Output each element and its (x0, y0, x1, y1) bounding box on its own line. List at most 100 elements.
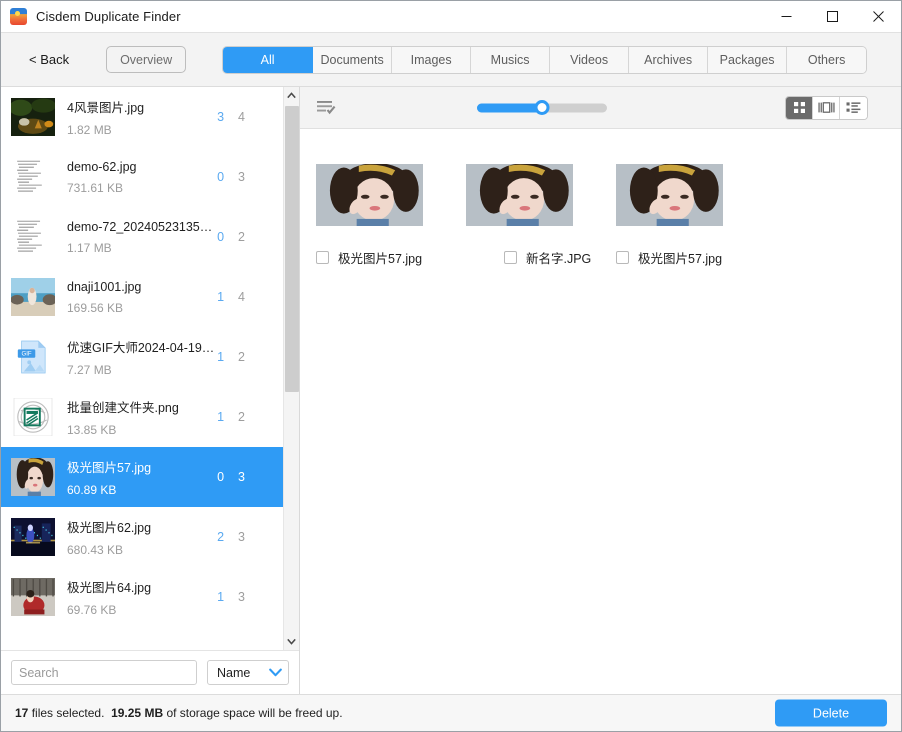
scroll-up-button[interactable] (284, 87, 300, 104)
scrollbar-track[interactable] (284, 104, 300, 633)
tab-documents[interactable]: Documents (313, 47, 392, 73)
file-info: demo-62.jpg 731.61 KB (67, 160, 217, 195)
file-name: 批量创建文件夹.png (67, 397, 217, 416)
file-list-item[interactable]: 极光图片57.jpg 60.89 KB 0 3 (1, 447, 283, 507)
file-thumbnail (11, 278, 55, 316)
grid-view-icon[interactable] (786, 97, 813, 119)
file-list-item[interactable]: 批量创建文件夹.png 13.85 KB 1 2 (1, 387, 283, 447)
scrollbar-thumb[interactable] (285, 106, 299, 392)
search-input[interactable] (11, 660, 197, 685)
tab-videos[interactable]: Videos (550, 47, 629, 73)
file-list-item[interactable]: 极光图片64.jpg 69.76 KB 1 3 (1, 567, 283, 627)
selected-count: 2 (217, 530, 224, 544)
view-mode-toggle (785, 96, 868, 120)
preview-item-name: 极光图片57.jpg (638, 248, 722, 267)
selected-count: 3 (217, 110, 224, 124)
file-duplicate-counts: 0 3 (217, 170, 283, 184)
select-all-list-icon[interactable] (317, 100, 336, 115)
slider-handle[interactable] (535, 100, 550, 115)
duplicate-preview-grid-area: 极光图片57.jpg 新名字.JPG (300, 129, 901, 694)
file-thumbnail (11, 98, 55, 136)
list-view-icon[interactable] (840, 97, 867, 119)
tab-packages[interactable]: Packages (708, 47, 787, 73)
file-thumbnail (11, 578, 55, 616)
file-list-item[interactable]: 4风景图片.jpg 1.82 MB 3 4 (1, 87, 283, 147)
file-size: 680.43 KB (67, 543, 217, 557)
file-duplicate-counts: 1 2 (217, 350, 283, 364)
preview-item-checkbox[interactable] (616, 251, 629, 264)
sort-dropdown[interactable]: Name (207, 660, 289, 685)
preview-item-label-row: 极光图片57.jpg (316, 248, 424, 267)
status-file-count-suffix: files selected. (32, 706, 105, 720)
slider-fill (477, 103, 542, 112)
file-thumbnail (11, 458, 55, 496)
main-toolbar: < Back Overview All DocumentsImagesMusics… (1, 32, 901, 87)
tab-images[interactable]: Images (392, 47, 471, 73)
file-name: 极光图片62.jpg (67, 517, 217, 536)
file-name: 4风景图片.jpg (67, 97, 217, 116)
back-button[interactable]: < Back (29, 52, 69, 67)
preview-item-checkbox[interactable] (316, 251, 329, 264)
file-name: dnaji1001.jpg (67, 280, 217, 294)
sidebar: 4风景图片.jpg 1.82 MB 3 4 demo-62.jpg 731.61… (1, 87, 300, 694)
file-info: 批量创建文件夹.png 13.85 KB (67, 397, 217, 437)
preview-grid-item[interactable]: 新名字.JPG (466, 164, 574, 267)
total-count: 2 (238, 230, 245, 244)
thumbnail-size-slider[interactable] (477, 103, 607, 112)
tab-others[interactable]: Others (787, 47, 866, 73)
file-thumbnail (11, 158, 55, 196)
file-duplicate-counts: 2 3 (217, 530, 283, 544)
file-list-item[interactable]: GIF 优速GIF大师2024-04-19 … 7.27 MB 1 2 (1, 327, 283, 387)
overview-button[interactable]: Overview (106, 46, 186, 73)
preview-panel: 极光图片57.jpg 新名字.JPG (300, 87, 901, 694)
file-name: 优速GIF大师2024-04-19 … (67, 337, 217, 356)
preview-grid-item[interactable]: 极光图片57.jpg (616, 164, 724, 267)
file-list-scrollbar[interactable] (283, 87, 299, 650)
selected-count: 0 (217, 230, 224, 244)
file-duplicate-counts: 1 2 (217, 410, 283, 424)
file-info: 4风景图片.jpg 1.82 MB (67, 97, 217, 137)
tab-label: Packages (720, 53, 775, 67)
tab-label: All (261, 53, 275, 67)
status-summary: 17 files selected. 19.25 MB of storage s… (15, 706, 343, 720)
tab-archives[interactable]: Archives (629, 47, 708, 73)
chevron-down-icon (269, 666, 282, 680)
file-list-container: 4风景图片.jpg 1.82 MB 3 4 demo-62.jpg 731.61… (1, 87, 299, 650)
total-count: 2 (238, 410, 245, 424)
tab-all[interactable]: All (223, 47, 313, 73)
delete-button[interactable]: Delete (775, 700, 887, 727)
file-list-item[interactable]: 极光图片62.jpg 680.43 KB 2 3 (1, 507, 283, 567)
total-count: 3 (238, 530, 245, 544)
total-count: 2 (238, 350, 245, 364)
preview-item-checkbox[interactable] (504, 251, 517, 264)
sort-dropdown-value: Name (217, 666, 250, 680)
compare-view-icon[interactable] (813, 97, 840, 119)
duplicate-file-list[interactable]: 4风景图片.jpg 1.82 MB 3 4 demo-62.jpg 731.61… (1, 87, 283, 650)
total-count: 3 (238, 470, 245, 484)
total-count: 3 (238, 590, 245, 604)
minimize-button[interactable] (763, 1, 809, 32)
preview-thumbnail[interactable] (466, 164, 573, 226)
file-thumbnail: GIF (11, 338, 55, 376)
file-name: demo-62.jpg (67, 160, 217, 174)
category-tabs: All DocumentsImagesMusicsVideos Archives Pa… (222, 46, 867, 74)
preview-thumbnail[interactable] (316, 164, 423, 226)
tab-musics[interactable]: Musics (471, 47, 550, 73)
file-thumbnail (11, 518, 55, 556)
status-bar: 17 files selected. 19.25 MB of storage s… (1, 694, 901, 731)
window-title: Cisdem Duplicate Finder (36, 9, 181, 24)
scroll-down-button[interactable] (284, 633, 300, 650)
preview-grid-item[interactable]: 极光图片57.jpg (316, 164, 424, 267)
preview-toolbar (300, 87, 901, 129)
maximize-button[interactable] (809, 1, 855, 32)
file-info: demo-72_20240523135… 1.17 MB (67, 220, 217, 255)
selected-count: 1 (217, 350, 224, 364)
tab-label: Archives (644, 53, 692, 67)
close-button[interactable] (855, 1, 901, 32)
file-list-item[interactable]: dnaji1001.jpg 169.56 KB 1 4 (1, 267, 283, 327)
preview-thumbnail[interactable] (616, 164, 723, 226)
file-list-item[interactable]: demo-62.jpg 731.61 KB 0 3 (1, 147, 283, 207)
file-duplicate-counts: 0 3 (217, 470, 283, 484)
file-size: 731.61 KB (67, 181, 217, 195)
file-list-item[interactable]: demo-72_20240523135… 1.17 MB 0 2 (1, 207, 283, 267)
